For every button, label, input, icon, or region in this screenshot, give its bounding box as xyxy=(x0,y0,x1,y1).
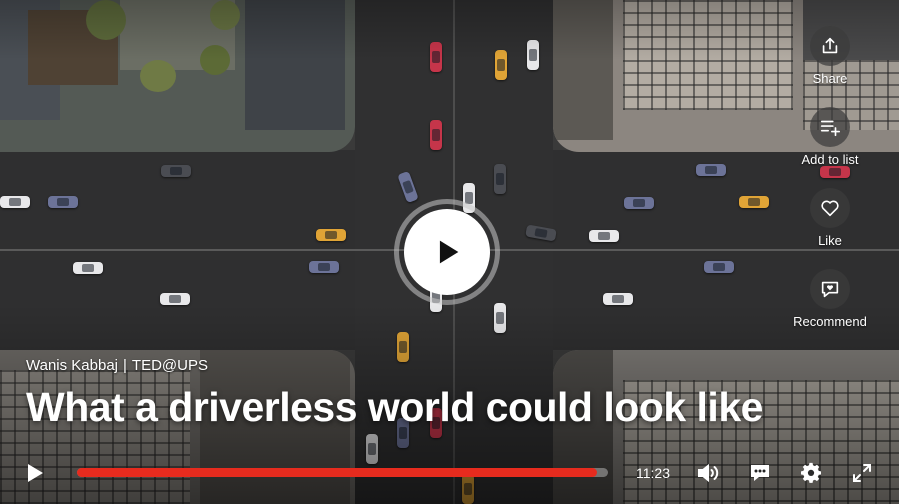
play-button[interactable] xyxy=(22,461,48,485)
event-name[interactable]: TED@UPS xyxy=(132,357,208,374)
car xyxy=(624,197,654,209)
car xyxy=(0,196,30,208)
car xyxy=(589,230,619,242)
play-icon xyxy=(430,235,464,269)
play-icon xyxy=(25,462,45,484)
progress-bar[interactable] xyxy=(77,468,608,477)
car xyxy=(48,196,78,208)
like-label: Like xyxy=(818,233,842,248)
captions-button[interactable] xyxy=(747,461,773,485)
settings-button[interactable] xyxy=(798,461,824,485)
car xyxy=(430,120,442,150)
car xyxy=(316,229,346,241)
recommend-button[interactable]: Recommend xyxy=(790,269,870,350)
fullscreen-icon xyxy=(852,463,872,483)
heart-icon[interactable] xyxy=(810,188,850,228)
duration-display: 11:23 xyxy=(636,465,670,481)
car xyxy=(309,261,339,273)
fullscreen-button[interactable] xyxy=(850,461,874,485)
gear-icon xyxy=(800,462,822,484)
like-button[interactable]: Like xyxy=(790,188,870,269)
control-bar: 11:23 xyxy=(0,452,899,492)
volume-icon xyxy=(696,462,720,484)
share-label: Share xyxy=(812,71,848,86)
recommend-label: Recommend xyxy=(793,314,867,329)
progress-fill xyxy=(77,468,598,477)
recommend-icon[interactable] xyxy=(810,269,850,309)
action-rail: Share Add to list Like Recommend xyxy=(790,26,870,350)
speaker-separator: | xyxy=(123,357,127,374)
playlist-add-icon[interactable] xyxy=(810,107,850,147)
captions-icon xyxy=(749,462,771,484)
speaker-name[interactable]: Wanis Kabbaj xyxy=(26,357,118,374)
big-play-button[interactable] xyxy=(404,209,490,295)
video-player[interactable]: Share Add to list Like Recommend Wanis K… xyxy=(0,0,899,504)
volume-button[interactable] xyxy=(695,461,721,485)
car xyxy=(73,262,103,274)
car xyxy=(739,196,769,208)
car xyxy=(161,165,191,177)
add-to-list-label: Add to list xyxy=(801,152,859,167)
car xyxy=(704,261,734,273)
add-to-list-button[interactable]: Add to list xyxy=(790,107,870,188)
share-icon[interactable] xyxy=(810,26,850,66)
video-title: What a driverless world could look like xyxy=(26,384,763,430)
speaker-line: Wanis Kabbaj | TED@UPS xyxy=(26,357,208,374)
car xyxy=(494,164,506,194)
car xyxy=(696,164,726,176)
share-button[interactable]: Share xyxy=(790,26,870,107)
